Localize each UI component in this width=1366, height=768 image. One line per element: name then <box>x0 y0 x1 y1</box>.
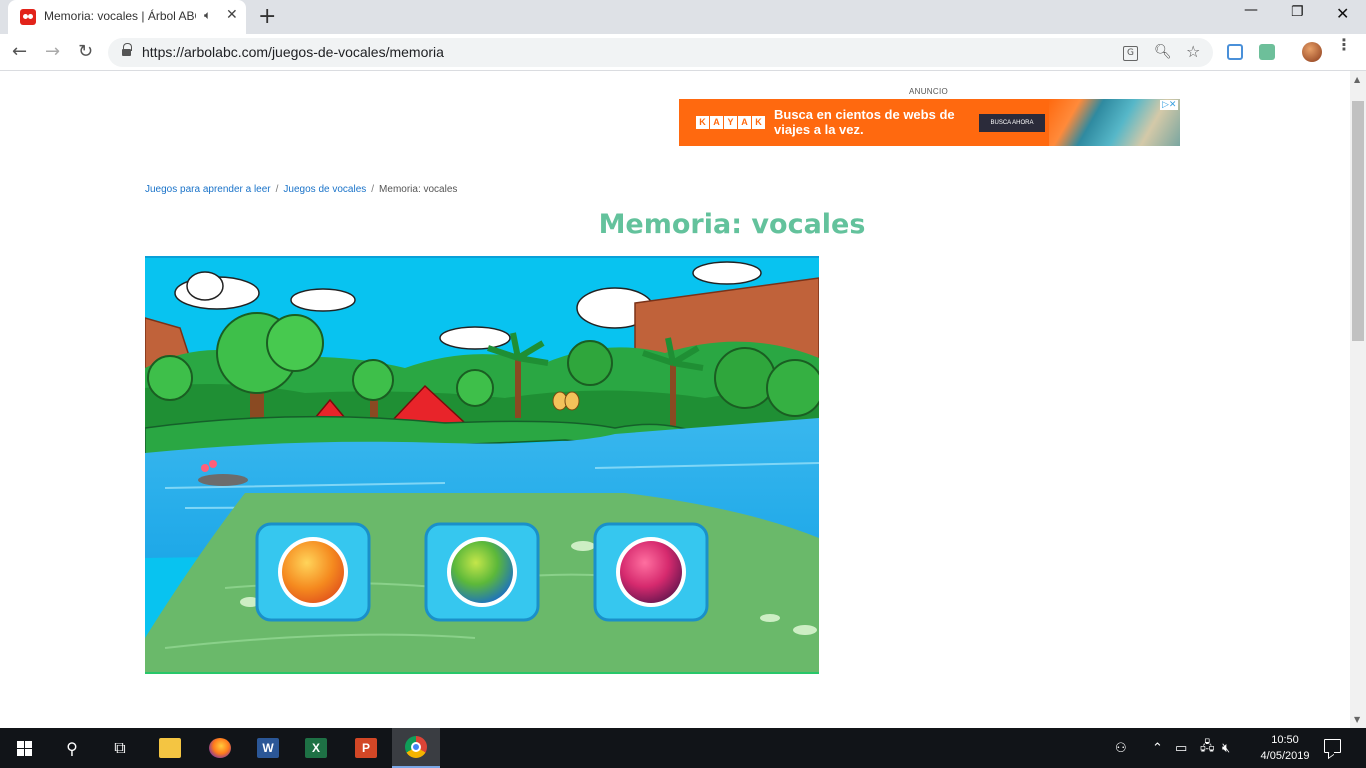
web-page: ANUNCIO K A Y A K Busca en cientos de we… <box>0 71 1350 728</box>
kayak-logo: K A Y A K <box>696 116 765 129</box>
task-view-icon[interactable]: ⧉ <box>96 728 144 768</box>
people-icon[interactable]: ⚇ <box>1115 728 1127 768</box>
grass-spot <box>571 541 595 551</box>
zoom-icon[interactable]: 🔍︎ <box>1154 44 1172 60</box>
extension-1-icon[interactable] <box>1227 44 1243 60</box>
extension-2-icon[interactable] <box>1259 44 1275 60</box>
firefox-app[interactable] <box>196 728 244 768</box>
forward-button[interactable]: → <box>45 41 60 62</box>
chrome-app[interactable] <box>392 728 440 768</box>
file-explorer-app[interactable] <box>146 728 194 768</box>
tab-title: Memoria: vocales | Árbol ABC <box>44 9 196 23</box>
breadcrumb-link-leer[interactable]: Juegos para aprender a leer <box>145 184 271 195</box>
network-icon[interactable]: 🖧 <box>1200 728 1215 768</box>
address-bar[interactable]: https://arbolabc.com/juegos-de-vocales/m… <box>108 38 1213 67</box>
tab-strip: Memoria: vocales | Árbol ABC 🔈︎ ✕ + — ❐ … <box>0 0 1366 34</box>
orange-level-button[interactable] <box>255 522 371 622</box>
battery-icon[interactable]: ▭ <box>1175 728 1187 768</box>
excel-icon: X <box>305 738 327 758</box>
ad-choices-icon[interactable]: ▷✕ <box>1160 100 1179 110</box>
kayak-ad-banner[interactable]: K A Y A K Busca en cientos de webs de vi… <box>679 99 1180 146</box>
chrome-icon <box>405 736 427 758</box>
system-clock[interactable]: 10:50 4/05/2019 <box>1252 732 1318 764</box>
start-button[interactable] <box>0 728 48 768</box>
notification-icon[interactable] <box>1324 739 1341 753</box>
star-icon[interactable]: ☆ <box>1186 42 1200 61</box>
breadcrumb: Juegos para aprender a leer / Juegos de vo… <box>145 184 458 195</box>
scroll-up-arrow[interactable]: ▲ <box>1354 75 1360 84</box>
volume-muted-icon[interactable]: 🔇︎ <box>1222 728 1230 768</box>
word-app[interactable]: W <box>244 728 292 768</box>
powerpoint-app[interactable]: P <box>342 728 390 768</box>
search-icon[interactable]: ⚲ <box>48 728 96 768</box>
translate-icon[interactable]: G <box>1123 46 1138 61</box>
windows-taskbar: ⚲ ⧉ W X P ⚇ ⌃ ▭ 🖧 🔇︎ 10:50 4/05/2019 <box>0 728 1366 768</box>
page-title: Memoria: vocales <box>598 209 866 240</box>
profile-avatar[interactable] <box>1302 42 1322 62</box>
folder-icon <box>159 738 181 758</box>
scroll-down-arrow[interactable]: ▼ <box>1354 715 1360 724</box>
clock-date: 4/05/2019 <box>1260 750 1310 762</box>
lock-icon[interactable] <box>122 43 132 57</box>
clock-time: 10:50 <box>1271 734 1299 746</box>
excel-app[interactable]: X <box>292 728 340 768</box>
word-icon: W <box>257 738 279 758</box>
speaker-icon[interactable]: 🔈︎ <box>204 8 211 23</box>
new-tab-button[interactable]: + <box>258 4 276 29</box>
back-button[interactable]: ← <box>12 41 27 62</box>
url-text[interactable]: https://arbolabc.com/juegos-de-vocales/m… <box>142 44 444 60</box>
pink-level-button[interactable] <box>593 522 709 622</box>
close-icon[interactable]: ✕ <box>226 7 238 23</box>
ad-label: ANUNCIO <box>909 87 948 96</box>
windows-logo-icon <box>16 740 32 756</box>
reload-button[interactable]: ↻ <box>78 41 93 62</box>
grass-spot <box>793 625 817 635</box>
arbolabc-favicon-icon <box>20 9 36 25</box>
game-scene[interactable] <box>145 258 819 674</box>
ad-cta-button[interactable]: BUSCA AHORA <box>979 114 1045 132</box>
minimize-button[interactable]: — <box>1244 2 1258 18</box>
firefox-icon <box>209 738 231 758</box>
flower <box>209 460 217 468</box>
rock <box>198 474 248 486</box>
close-window-button[interactable]: ✕ <box>1336 4 1349 23</box>
page-scrollbar[interactable]: ▲ ▼ <box>1350 71 1366 728</box>
powerpoint-icon: P <box>355 738 377 758</box>
breadcrumb-link-vocales[interactable]: Juegos de vocales <box>283 184 366 195</box>
maximize-button[interactable]: ❐ <box>1291 4 1304 20</box>
green-blue-level-button[interactable] <box>424 522 540 622</box>
game-canvas[interactable] <box>145 256 819 674</box>
menu-icon[interactable]: ⋮ <box>1336 37 1352 53</box>
grass-spot <box>760 614 780 622</box>
chevron-up-icon[interactable]: ⌃ <box>1152 728 1163 768</box>
browser-toolbar: ← → ↻ https://arbolabc.com/juegos-de-voc… <box>0 34 1366 71</box>
breadcrumb-current: Memoria: vocales <box>379 184 458 195</box>
flower <box>201 464 209 472</box>
frame-bottom-border <box>145 672 819 674</box>
scroll-thumb[interactable] <box>1352 101 1364 341</box>
active-tab[interactable]: Memoria: vocales | Árbol ABC 🔈︎ ✕ <box>8 0 246 34</box>
ad-headline: Busca en cientos de webs de viajes a la … <box>774 107 955 137</box>
